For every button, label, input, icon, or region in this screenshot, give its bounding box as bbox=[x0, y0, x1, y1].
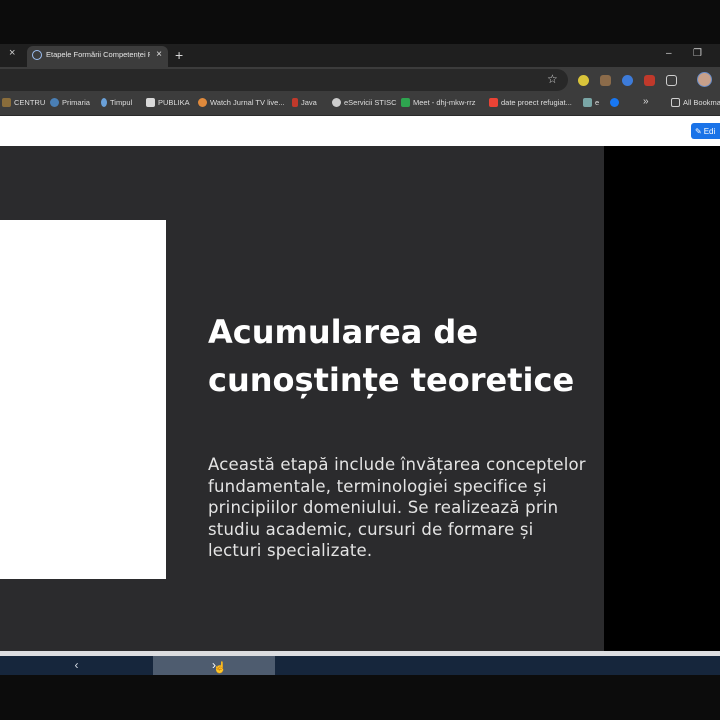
bottom-letterbox bbox=[0, 675, 720, 720]
bookmark-e-icon bbox=[583, 98, 592, 107]
bookmark-label: Java bbox=[301, 98, 317, 107]
extension-emoji-icon[interactable] bbox=[578, 75, 589, 86]
bookmark-eservicii[interactable]: eServicii STISC bbox=[332, 98, 397, 107]
bookmark-facebook[interactable] bbox=[610, 98, 622, 107]
browser-tab-bar: × Etapele Formării Competenței P × bbox=[0, 44, 720, 67]
address-bar[interactable] bbox=[0, 69, 568, 91]
wordpress-icon bbox=[50, 98, 59, 107]
bookmark-label: PUBLIKA bbox=[158, 98, 190, 107]
gmail-icon bbox=[489, 98, 498, 107]
bookmark-label: Watch Jurnal TV live... bbox=[210, 98, 285, 107]
extension-icon[interactable] bbox=[600, 75, 611, 86]
bookmark-label: Primaria bbox=[62, 98, 90, 107]
all-bookmarks-button[interactable]: All Bookma bbox=[671, 98, 720, 107]
active-tab[interactable]: Etapele Formării Competenței P × bbox=[27, 46, 168, 67]
tab-close-icon[interactable]: × bbox=[156, 49, 162, 60]
java-icon bbox=[292, 98, 298, 107]
profile-avatar[interactable] bbox=[697, 72, 712, 87]
eservicii-icon bbox=[332, 98, 341, 107]
publika-icon bbox=[146, 98, 155, 107]
slide-body-text: Această etapă include învățarea concepte… bbox=[208, 455, 586, 560]
facebook-icon bbox=[610, 98, 619, 107]
active-tab-title: Etapele Formării Competenței P bbox=[46, 50, 150, 59]
bookmarks-overflow-button[interactable]: » bbox=[643, 96, 649, 107]
bookmark-label: Meet - dhj-mkw-rrz bbox=[413, 98, 476, 107]
bookmark-date-proect[interactable]: date proect refugiat... bbox=[489, 98, 572, 107]
bookmark-meet[interactable]: Meet - dhj-mkw-rrz bbox=[401, 98, 476, 107]
previous-tab[interactable]: × bbox=[0, 44, 24, 67]
navigation-track bbox=[275, 656, 720, 675]
timpul-icon bbox=[101, 98, 107, 107]
bookmarks-bar: CENTRU Primaria Timpul PUBLIKA Watch Jur… bbox=[0, 93, 720, 116]
restore-icon[interactable]: ❐ bbox=[693, 48, 702, 59]
bookmark-label: CENTRU bbox=[14, 98, 46, 107]
google-meet-icon bbox=[401, 98, 410, 107]
hand-cursor-icon: ☝ bbox=[213, 662, 227, 674]
bookmark-e[interactable]: e bbox=[583, 98, 599, 107]
all-bookmarks-label: All Bookma bbox=[683, 98, 720, 107]
folder-icon bbox=[671, 98, 680, 107]
bookmark-timpul[interactable]: Timpul bbox=[101, 98, 132, 107]
slide-title: Acumularea de cunoștințe teoretice bbox=[208, 313, 575, 399]
bookmark-label: eServicii STISC bbox=[344, 98, 397, 107]
bookmark-folder-icon bbox=[2, 98, 11, 107]
extensions-puzzle-icon[interactable] bbox=[666, 75, 677, 86]
bookmark-label: Timpul bbox=[110, 98, 133, 107]
extension-red-icon[interactable] bbox=[644, 75, 655, 86]
edit-button-label: Edi bbox=[703, 126, 716, 136]
bookmark-publika[interactable]: PUBLIKA bbox=[146, 98, 190, 107]
page-header bbox=[0, 116, 720, 146]
minimize-icon[interactable]: – bbox=[666, 48, 672, 59]
bookmark-star-icon[interactable]: ☆ bbox=[547, 72, 558, 86]
tab-close-icon[interactable]: × bbox=[9, 47, 15, 59]
bookmark-label: e bbox=[595, 98, 600, 107]
bookmark-jurnal-tv[interactable]: Watch Jurnal TV live... bbox=[198, 98, 285, 107]
top-letterbox bbox=[0, 0, 720, 44]
bookmark-primaria[interactable]: Primaria bbox=[50, 98, 90, 107]
extension-audio-icon[interactable] bbox=[622, 75, 633, 86]
slide-side-panel bbox=[604, 146, 720, 651]
bookmark-java[interactable]: Java bbox=[292, 98, 317, 107]
pencil-icon: ✎ bbox=[695, 126, 702, 136]
slide-image-placeholder bbox=[0, 220, 166, 579]
edit-button[interactable]: ✎ Edi bbox=[691, 123, 720, 139]
previous-slide-button[interactable]: ‹ bbox=[0, 656, 153, 675]
bookmark-label: date proect refugiat... bbox=[501, 98, 572, 107]
globe-icon bbox=[32, 50, 42, 60]
bookmark-centru[interactable]: CENTRU bbox=[2, 98, 45, 107]
jurnal-tv-icon bbox=[198, 98, 207, 107]
new-tab-button[interactable]: + bbox=[175, 47, 183, 63]
